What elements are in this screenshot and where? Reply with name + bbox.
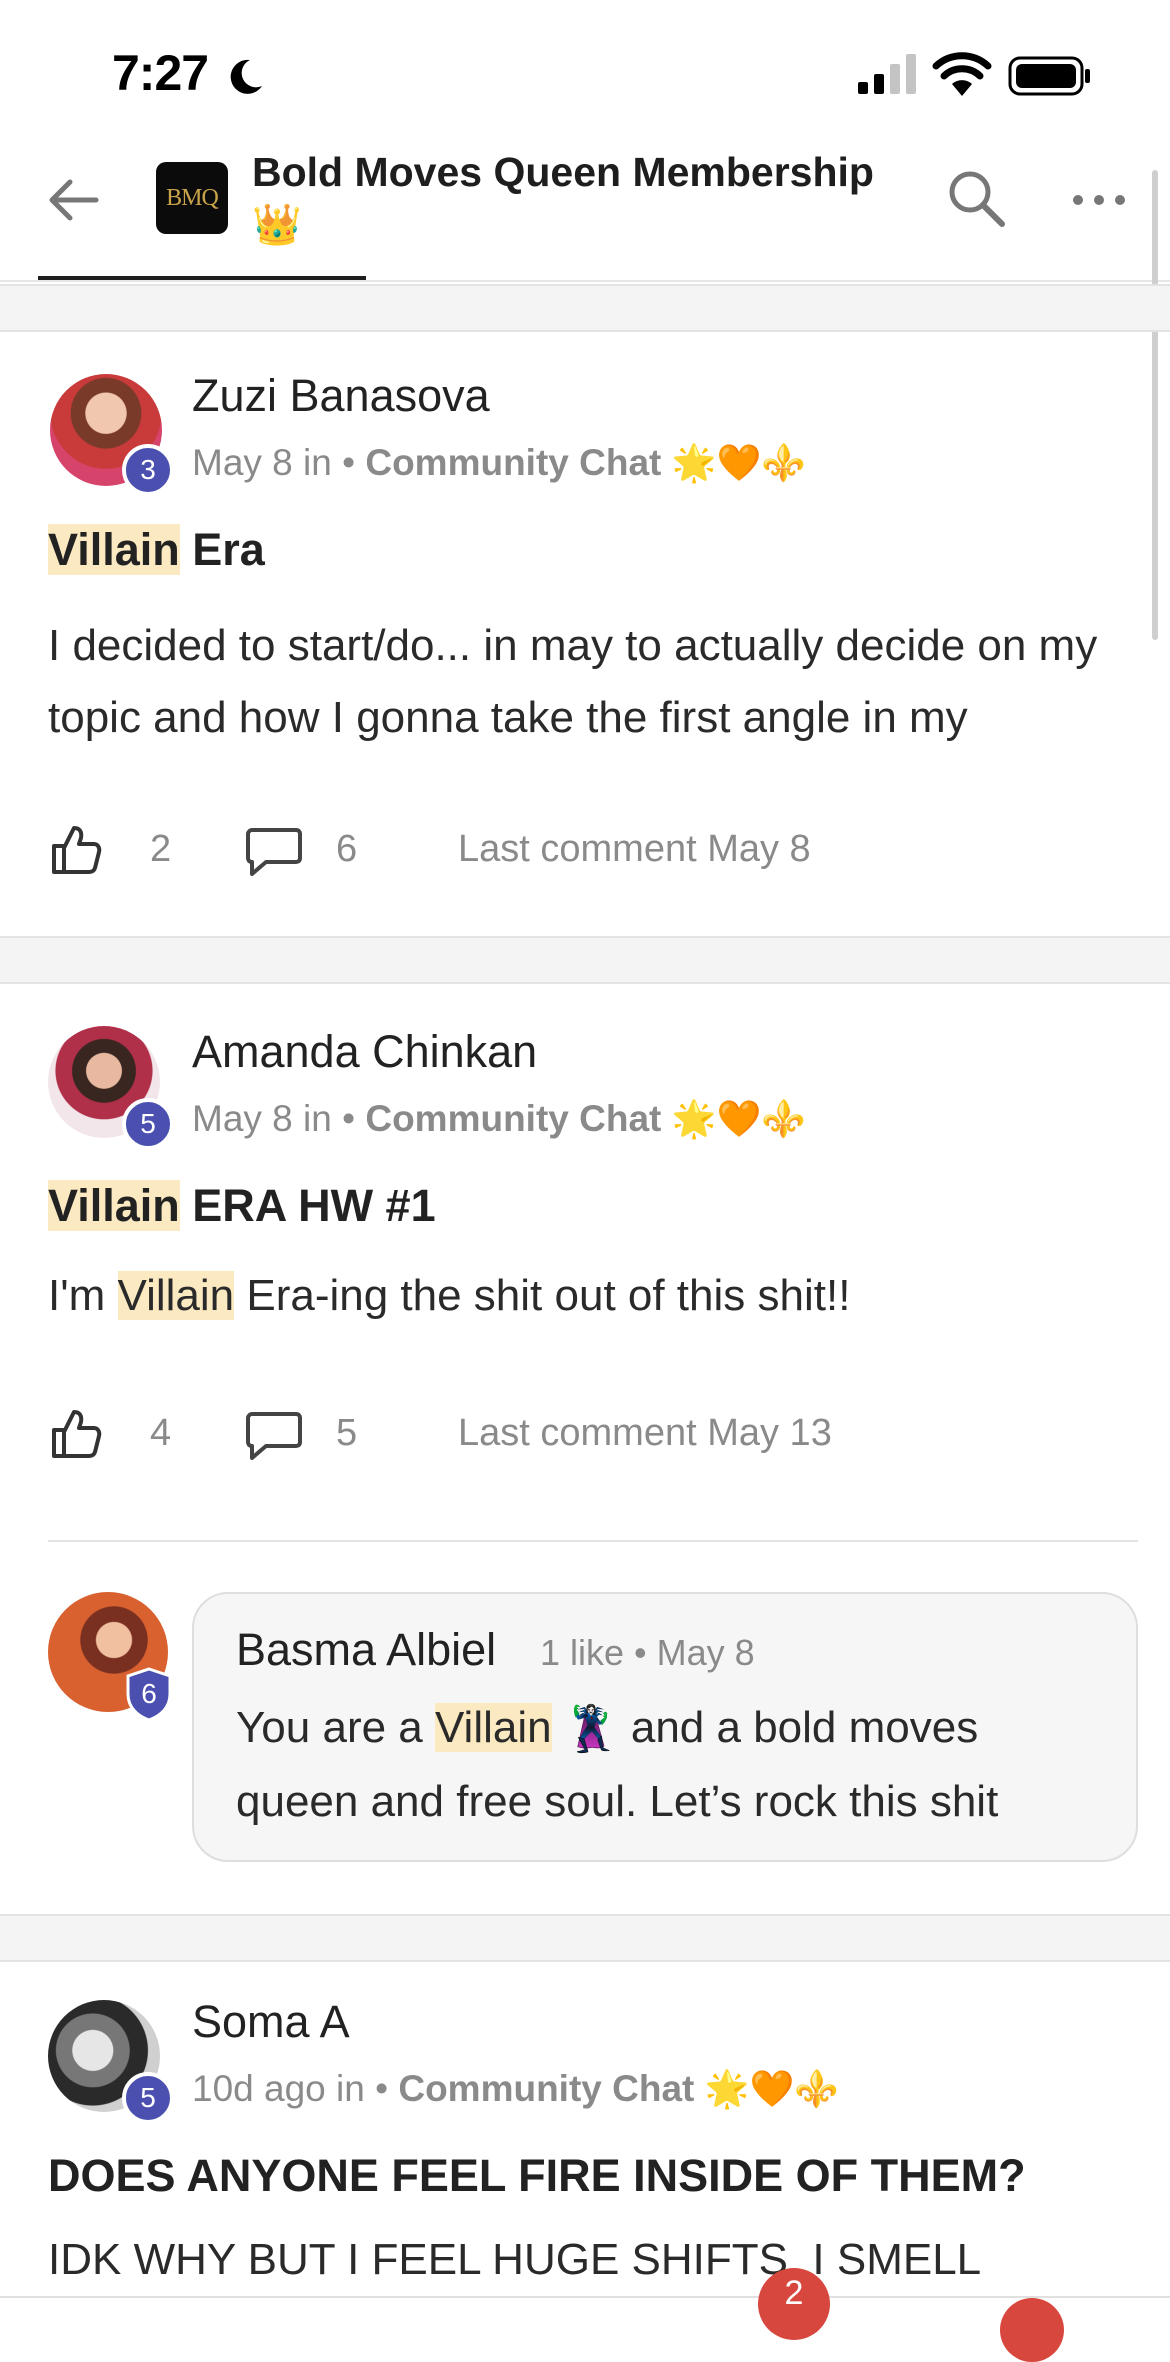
channel-emojis: 🌟🧡⚜️ <box>671 1098 807 1139</box>
channel-link[interactable]: Community Chat <box>365 1098 661 1139</box>
comment-author[interactable]: Basma Albiel <box>236 1624 496 1676</box>
post-card[interactable]: 5 Soma A 10d ago in • Community Chat 🌟🧡⚜… <box>0 1962 1170 2296</box>
like-icon[interactable] <box>48 822 104 878</box>
channel-link[interactable]: Community Chat <box>398 2068 694 2109</box>
post-title-rest: Era <box>179 524 265 575</box>
last-comment: Last comment May 13 <box>458 1412 832 1454</box>
group-logo[interactable]: BMQ <box>156 162 228 234</box>
post-title[interactable]: Villain Era <box>48 524 265 576</box>
back-arrow-icon[interactable] <box>44 170 104 230</box>
level-badge: 5 <box>122 1098 174 1150</box>
active-tab-indicator <box>38 276 366 280</box>
more-options-icon[interactable] <box>1066 180 1136 220</box>
group-title[interactable]: Bold Moves Queen Membership 👑 <box>252 146 892 251</box>
like-count: 4 <box>150 1412 172 1454</box>
battery-icon <box>1008 56 1090 96</box>
like-count: 2 <box>150 828 172 870</box>
status-time: 7:27 <box>112 45 209 101</box>
search-icon[interactable] <box>942 164 1012 234</box>
section-separator <box>0 284 1170 332</box>
post-body: I decided to start/do... in may to actua… <box>48 621 1098 742</box>
comment-bubble[interactable]: Basma Albiel 1 like • May 8 You are a Vi… <box>192 1592 1138 1862</box>
post-title[interactable]: Villain ERA HW #1 <box>48 1180 436 1232</box>
group-title-text: Bold Moves Queen Membership <box>252 149 874 195</box>
comment-divider <box>48 1540 1138 1542</box>
body-prefix: I'm <box>48 1271 118 1320</box>
post-meta: May 8 in • Community Chat 🌟🧡⚜️ <box>192 442 806 484</box>
level-badge: 3 <box>122 444 174 496</box>
post-time: 10d ago in • <box>192 2068 399 2109</box>
level-shield-number: 6 <box>141 1678 157 1709</box>
comment-icon[interactable] <box>244 826 304 878</box>
post-card[interactable]: 3 Zuzi Banasova May 8 in • Community Cha… <box>0 332 1170 936</box>
post-actions: 4 5 Last comment May 13 <box>48 1406 1048 1466</box>
comment-count: 6 <box>336 828 358 870</box>
notification-badge[interactable]: 2 <box>758 2268 830 2340</box>
post-meta: May 8 in • Community Chat 🌟🧡⚜️ <box>192 1098 806 1140</box>
post-author[interactable]: Zuzi Banasova <box>192 370 490 422</box>
section-separator <box>0 1914 1170 1962</box>
group-header: BMQ Bold Moves Queen Membership 👑 <box>0 140 1170 282</box>
post-card[interactable]: 5 Amanda Chinkan May 8 in • Community Ch… <box>0 984 1170 1914</box>
status-bar: 7:27 <box>0 0 1170 140</box>
last-comment: Last comment May 8 <box>458 828 811 870</box>
post-author[interactable]: Amanda Chinkan <box>192 1026 537 1078</box>
post-body: I'm Villain Era-ing the shit out of this… <box>48 1260 1138 1332</box>
bottom-navigation: 2 <box>0 2268 1170 2362</box>
post-time: May 8 in • <box>192 1098 366 1139</box>
section-separator <box>0 936 1170 984</box>
search-highlight: Villain <box>117 1271 235 1320</box>
post-author[interactable]: Soma A <box>192 1996 350 2048</box>
comment-text: You are a Villain 🦹‍♀️ and a bold moves … <box>236 1692 1096 1838</box>
cellular-signal-icon <box>858 54 916 94</box>
post-time: May 8 in • <box>192 442 366 483</box>
comment-icon[interactable] <box>244 1410 304 1462</box>
villain-emoji: 🦹‍♀️ <box>563 1705 619 1755</box>
level-badge: 5 <box>122 2072 174 2124</box>
body-rest: Era-ing the shit out of this shit!! <box>234 1271 851 1320</box>
channel-link[interactable]: Community Chat <box>365 442 661 483</box>
search-highlight: Villain <box>48 524 180 575</box>
like-icon[interactable] <box>48 1406 104 1462</box>
post-title[interactable]: DOES ANYONE FEEL FIRE INSIDE OF THEM? <box>48 2150 1026 2202</box>
notification-dot[interactable] <box>1000 2298 1064 2362</box>
post-actions: 2 6 Last comment May 8 <box>48 822 1048 882</box>
comment-count: 5 <box>336 1412 358 1454</box>
search-highlight: Villain <box>435 1703 552 1752</box>
crown-emoji: 👑 <box>252 203 302 247</box>
comment-prefix: You are a <box>236 1703 435 1752</box>
post-body: IDK WHY BUT I FEEL HUGE SHIFTS. I SMELL <box>48 2235 982 2284</box>
channel-emojis: 🌟🧡⚜️ <box>704 2068 840 2109</box>
search-highlight: Villain <box>48 1180 180 1231</box>
moon-icon <box>230 59 262 94</box>
channel-emojis: 🌟🧡⚜️ <box>671 442 807 483</box>
post-meta: 10d ago in • Community Chat 🌟🧡⚜️ <box>192 2068 839 2110</box>
post-title-rest: ERA HW #1 <box>179 1180 436 1231</box>
comment-meta: 1 like • May 8 <box>540 1632 755 1673</box>
wifi-icon <box>932 52 992 96</box>
